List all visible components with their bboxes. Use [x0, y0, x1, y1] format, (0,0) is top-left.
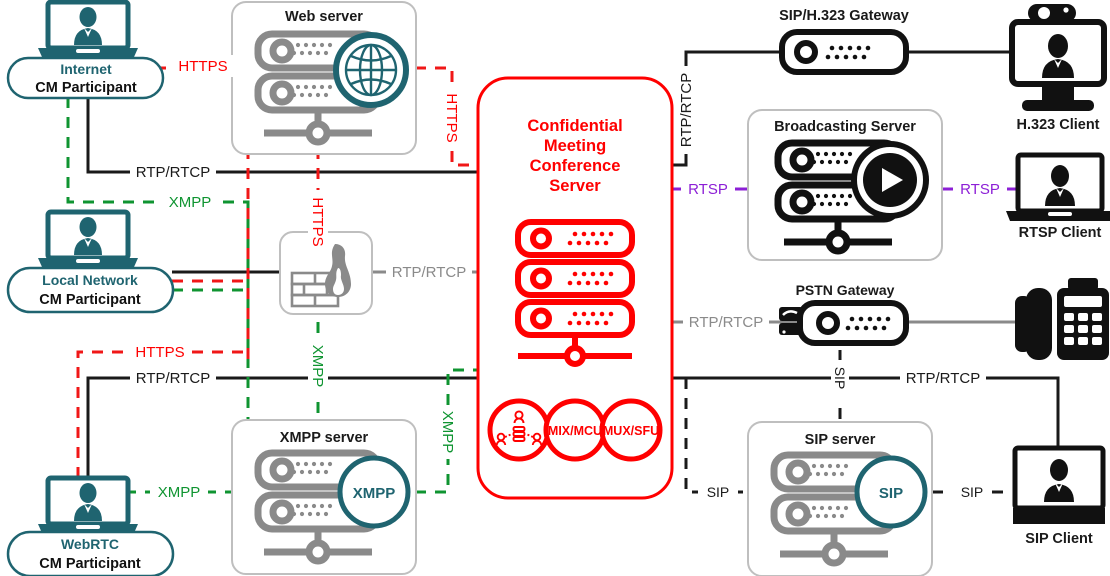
confidential-meeting-conference-server[interactable]: Confidential Meeting Conference Server M…: [476, 76, 674, 500]
svg-text:HTTPS: HTTPS: [135, 344, 184, 361]
broadcasting-server-label: Broadcasting Server: [774, 119, 916, 135]
sip-h323-gateway-label: SIP/H.323 Gateway: [779, 8, 909, 24]
label-sip-3: SIP: [952, 482, 992, 502]
internet-participant-top-label: Internet: [60, 61, 112, 77]
sip-server-label: SIP server: [805, 432, 876, 448]
svg-text:XMPP: XMPP: [309, 345, 326, 388]
label-xmpp-3: XMPP: [438, 405, 458, 459]
label-xmpp-1: XMPP: [160, 191, 220, 213]
broadcasting-server[interactable]: Broadcasting Server: [747, 109, 943, 261]
gateway-device-phone-icon: [779, 300, 909, 346]
globe-icon: [333, 32, 409, 108]
web-server[interactable]: Web server: [231, 1, 417, 155]
laptop-user-icon: [38, 0, 138, 57]
sip-server[interactable]: SIP server SIP: [747, 421, 933, 576]
rtsp-client[interactable]: RTSP Client: [1006, 152, 1110, 241]
svg-text:RTP/RTCP: RTP/RTCP: [906, 370, 980, 387]
svg-text:RTP/RTCP: RTP/RTCP: [678, 73, 695, 147]
laptop-user-icon: [38, 475, 138, 533]
local-network-participant-top-label: Local Network: [42, 272, 138, 288]
central-badge-mux-sfu[interactable]: MUX/SFU: [599, 398, 663, 462]
xmpp-badge-label: XMPP: [353, 485, 396, 502]
xmpp-server[interactable]: XMPP server XMPP: [231, 419, 417, 575]
xmpp-badge: XMPP: [337, 455, 411, 529]
internet-cm-participant[interactable]: Internet CM Participant: [6, 0, 165, 100]
svg-text:RTSP: RTSP: [960, 181, 1000, 198]
local-network-cm-participant[interactable]: Local Network CM Participant: [6, 209, 175, 314]
sip-client-label: SIP Client: [1025, 531, 1093, 547]
label-xmpp-4: XMPP: [150, 481, 208, 503]
svg-text:RTP/RTCP: RTP/RTCP: [136, 164, 210, 181]
svg-text:XMPP: XMPP: [439, 411, 456, 454]
pstn-phone[interactable]: [1015, 278, 1109, 360]
gateway-device-icon: [779, 29, 909, 75]
label-https-1: HTTPS: [172, 55, 234, 77]
central-badge-mix-mcu[interactable]: MIX/MCU: [543, 398, 607, 462]
label-rtp-rtcp-5: RTP/RTCP: [683, 311, 769, 333]
central-title-line-3: Conference: [530, 157, 621, 175]
label-rtp-rtcp-1: RTP/RTCP: [130, 161, 216, 183]
label-https-4: HTTPS: [128, 341, 192, 363]
central-badge-participants[interactable]: [487, 398, 551, 462]
svg-text:XMPP: XMPP: [158, 484, 201, 501]
rtsp-client-label: RTSP Client: [1019, 225, 1102, 241]
play-icon: [851, 141, 929, 219]
diagram-svg: Confidential Meeting Conference Server M…: [6, 0, 1110, 576]
xmpp-server-label: XMPP server: [280, 430, 369, 446]
label-https-2: HTTPS: [441, 88, 463, 150]
label-rtsp-1: RTSP: [681, 178, 735, 200]
svg-text:HTTPS: HTTPS: [178, 58, 227, 75]
h323-client-label: H.323 Client: [1017, 117, 1100, 133]
label-rtp-rtcp-2: RTP/RTCP: [386, 261, 472, 283]
label-sip-2: SIP: [698, 482, 738, 502]
sip-h323-gateway[interactable]: SIP/H.323 Gateway: [779, 8, 909, 75]
label-rtp-rtcp-3: RTP/RTCP: [130, 367, 216, 389]
pstn-gateway[interactable]: PSTN Gateway: [779, 282, 909, 346]
desk-phone-fax-icon: [1015, 278, 1109, 360]
svg-text:SIP: SIP: [832, 367, 848, 390]
sip-badge: SIP: [854, 455, 928, 529]
central-badge-mux-sfu-label: MUX/SFU: [603, 424, 659, 438]
laptop-user-icon: [1006, 152, 1110, 221]
central-badge-mix-mcu-label: MIX/MCU: [548, 424, 602, 438]
svg-text:XMPP: XMPP: [169, 194, 212, 211]
svg-text:RTP/RTCP: RTP/RTCP: [136, 370, 210, 387]
pstn-gateway-label: PSTN Gateway: [796, 282, 895, 298]
label-rtp-rtcp-4: RTP/RTCP: [676, 66, 696, 154]
label-rtp-rtcp-6: RTP/RTCP: [900, 367, 986, 389]
svg-text:RTSP: RTSP: [688, 181, 728, 198]
laptop-user-icon: [38, 209, 138, 267]
central-title-line-4: Server: [549, 177, 601, 195]
svg-text:RTP/RTCP: RTP/RTCP: [689, 314, 763, 331]
web-server-label: Web server: [285, 9, 363, 25]
sip-badge-label: SIP: [879, 485, 903, 502]
label-https-3: HTTPS: [308, 190, 328, 254]
line-sip-center-sipserver: [684, 378, 748, 494]
internet-participant-bottom-label: CM Participant: [35, 80, 137, 96]
svg-text:SIP: SIP: [961, 484, 984, 500]
central-title-line-1: Confidential: [527, 117, 622, 135]
video-monitor-icon: [1009, 4, 1107, 111]
h323-client[interactable]: H.323 Client: [1009, 4, 1107, 133]
central-title-line-2: Meeting: [544, 137, 606, 155]
sip-client[interactable]: SIP Client: [1012, 445, 1106, 547]
label-xmpp-2: XMPP: [308, 339, 328, 393]
svg-text:RTP/RTCP: RTP/RTCP: [392, 264, 466, 281]
label-rtsp-2: RTSP: [953, 178, 1007, 200]
webrtc-participant-top-label: WebRTC: [61, 536, 119, 552]
label-sip-1: SIP: [831, 360, 849, 396]
network-diagram-canvas: Confidential Meeting Conference Server M…: [0, 0, 1110, 576]
laptop-user-icon: [1012, 445, 1106, 524]
webrtc-participant-bottom-label: CM Participant: [39, 556, 141, 572]
svg-text:HTTPS: HTTPS: [309, 197, 326, 246]
svg-text:SIP: SIP: [707, 484, 730, 500]
svg-text:HTTPS: HTTPS: [443, 93, 460, 142]
local-network-participant-bottom-label: CM Participant: [39, 292, 141, 308]
